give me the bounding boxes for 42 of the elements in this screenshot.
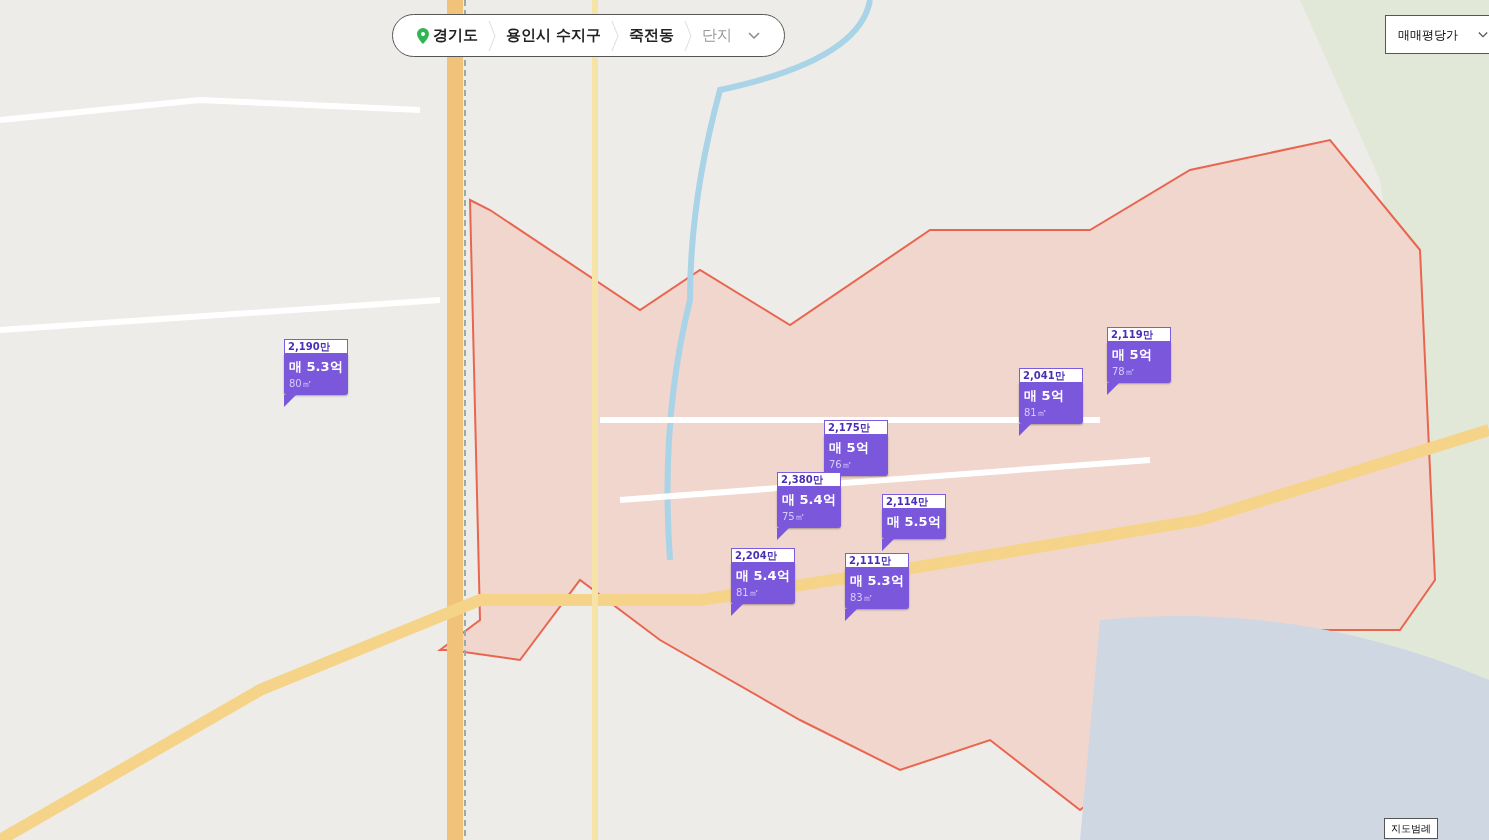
price-type-dropdown[interactable]: 매매평당가 (1385, 15, 1489, 54)
sale-price: 매 5억 (829, 439, 870, 457)
region-link[interactable]: 경기도 (407, 24, 488, 47)
sale-price: 매 5억 (1024, 387, 1065, 405)
chevron-down-icon (1478, 30, 1488, 39)
pointer-tail-icon (731, 604, 743, 616)
sale-price: 매 5.4억 (782, 491, 836, 509)
price-per-pyeong: 2,114만 (882, 494, 946, 509)
pointer-tail-icon (1019, 424, 1031, 436)
price-per-pyeong: 2,380만 (777, 472, 841, 487)
region-link[interactable]: 용인시 수지구 (496, 24, 612, 47)
pointer-tail-icon (284, 395, 296, 407)
price-per-pyeong: 2,119만 (1107, 327, 1171, 342)
unit-area: 81㎡ (1024, 405, 1078, 420)
map-legend-button[interactable]: 지도범례 (1384, 818, 1438, 839)
unit-area: 81㎡ (736, 585, 790, 600)
pointer-tail-icon (1107, 383, 1119, 395)
price-per-pyeong: 2,204만 (731, 548, 795, 563)
chevron-separator-icon (611, 20, 620, 51)
region-link[interactable]: 죽전동 (619, 24, 685, 47)
price-per-pyeong: 2,111만 (845, 553, 909, 568)
chevron-separator-icon (684, 20, 693, 51)
price-per-pyeong: 2,175만 (824, 420, 888, 435)
unit-area: 80㎡ (289, 376, 343, 391)
unit-area: 76㎡ (829, 457, 883, 472)
price-per-pyeong: 2,041만 (1019, 368, 1083, 383)
sale-price: 매 5.4억 (736, 567, 790, 585)
pointer-tail-icon (882, 539, 894, 551)
chevron-down-icon (748, 31, 761, 40)
unit-area: 75㎡ (782, 509, 836, 524)
price-per-pyeong: 2,190만 (284, 339, 348, 354)
map-drawing[interactable] (0, 0, 1489, 840)
pointer-tail-icon (845, 609, 857, 621)
sale-price: 매 5.5억 (887, 513, 941, 531)
chevron-separator-icon (488, 20, 496, 51)
sale-price: 매 5.3억 (850, 572, 904, 590)
pointer-tail-icon (777, 528, 789, 540)
sale-price: 매 5.3억 (289, 358, 343, 376)
location-pin-icon (417, 27, 429, 44)
unit-area: 78㎡ (1112, 364, 1166, 379)
sale-price: 매 5억 (1112, 346, 1153, 364)
unit-area: 83㎡ (850, 590, 904, 605)
